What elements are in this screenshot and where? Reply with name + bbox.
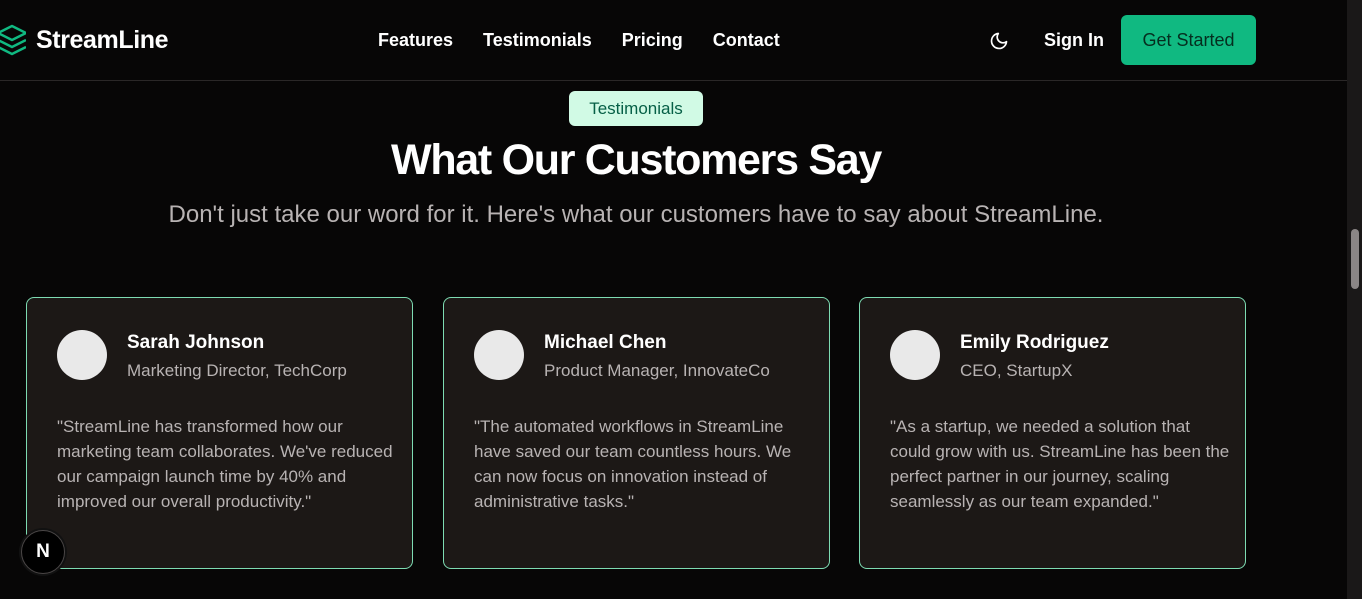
testimonial-quote: "The automated workflows in StreamLine h… <box>474 417 792 511</box>
testimonial-role: Product Manager, InnovateCo <box>544 361 770 380</box>
testimonial-name: Michael Chen <box>544 332 667 353</box>
nav-link-features[interactable]: Features <box>378 30 453 51</box>
main-nav: Features Testimonials Pricing Contact <box>378 30 780 51</box>
scrollbar-thumb[interactable] <box>1351 229 1359 289</box>
testimonial-quote: "As a startup, we needed a solution that… <box>890 417 1230 511</box>
scrollbar[interactable] <box>1347 0 1362 599</box>
moon-icon <box>990 32 1008 50</box>
nav-link-contact[interactable]: Contact <box>713 30 780 51</box>
nav-link-testimonials[interactable]: Testimonials <box>483 30 592 51</box>
testimonial-card: Michael Chen Product Manager, InnovateCo… <box>443 297 830 569</box>
section-subtitle: Don't just take our word for it. Here's … <box>168 201 1104 228</box>
avatar <box>890 330 940 380</box>
brand-logo[interactable]: StreamLine <box>0 24 169 56</box>
testimonial-card: Emily Rodriguez CEO, StartupX "As a star… <box>859 297 1246 569</box>
avatar <box>474 330 524 380</box>
testimonial-card: Sarah Johnson Marketing Director, TechCo… <box>26 297 413 569</box>
testimonial-name: Sarah Johnson <box>127 332 265 353</box>
testimonial-role: CEO, StartupX <box>960 361 1073 380</box>
testimonial-name: Emily Rodriguez <box>960 332 1109 353</box>
get-started-button[interactable]: Get Started <box>1121 15 1256 65</box>
dev-tools-logo: N <box>36 541 50 562</box>
avatar <box>57 330 107 380</box>
brand-name: StreamLine <box>36 25 169 54</box>
theme-toggle-button[interactable] <box>986 28 1012 54</box>
dev-tools-button[interactable]: N <box>21 530 65 574</box>
layers-icon <box>0 24 26 56</box>
navbar: StreamLine Features Testimonials Pricing… <box>0 0 1347 81</box>
section-badge: Testimonials <box>569 91 703 126</box>
testimonial-quote: "StreamLine has transformed how our mark… <box>57 417 393 511</box>
section-title: What Our Customers Say <box>391 136 882 184</box>
nav-link-pricing[interactable]: Pricing <box>622 30 683 51</box>
sign-in-link[interactable]: Sign In <box>1044 30 1104 51</box>
testimonial-role: Marketing Director, TechCorp <box>127 361 347 380</box>
